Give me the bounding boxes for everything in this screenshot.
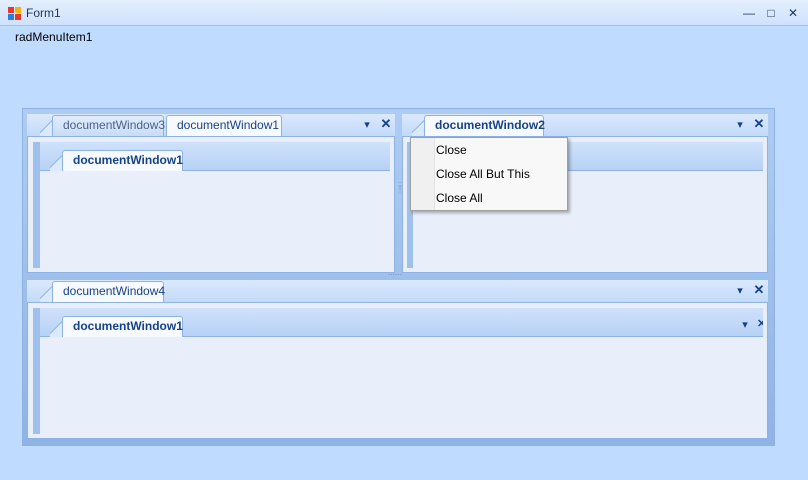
- dropdown-icon[interactable]: ▾: [734, 285, 746, 297]
- inner-tab-documentwindow1[interactable]: documentWindow1: [62, 316, 183, 338]
- tab-documentwindow3[interactable]: documentWindow3: [52, 115, 165, 136]
- dropdown-icon[interactable]: ▾: [361, 119, 373, 131]
- close-icon[interactable]: ✕: [757, 318, 763, 330]
- app-icon: [8, 7, 21, 20]
- menu-item-close-all-but-this[interactable]: Close All But This: [436, 162, 567, 186]
- tab-documentwindow4[interactable]: documentWindow4: [52, 281, 165, 303]
- minimize-button[interactable]: —: [738, 3, 760, 23]
- vertical-splitter-grip[interactable]: ⋮ ⋮: [396, 182, 404, 194]
- horizontal-splitter-grip[interactable]: ⋯⋯: [388, 272, 408, 279]
- tab-documentwindow2[interactable]: documentWindow2: [424, 115, 545, 137]
- window-title: Form1: [26, 6, 61, 20]
- menu-item-close[interactable]: Close: [436, 138, 567, 162]
- maximize-button[interactable]: □: [760, 3, 782, 23]
- inner-tab-documentwindow1[interactable]: documentWindow1: [62, 150, 183, 172]
- menu-item-close-all[interactable]: Close All: [436, 186, 567, 210]
- close-icon[interactable]: ✕: [753, 283, 765, 296]
- document-area: [40, 337, 763, 434]
- tab-documentwindow1[interactable]: documentWindow1: [166, 115, 282, 137]
- close-window-button[interactable]: ✕: [782, 3, 804, 23]
- title-bar[interactable]: Form1 — □ ✕: [0, 0, 808, 26]
- dropdown-icon[interactable]: ▾: [734, 119, 746, 131]
- menu-item-label: Close All: [436, 191, 483, 205]
- pane-gutter: [33, 308, 40, 434]
- pane-gutter: [33, 142, 40, 268]
- tab-context-menu: Close Close All But This Close All: [410, 137, 568, 211]
- menu-item-label: Close: [436, 143, 467, 157]
- menu-item-label: Close All But This: [436, 167, 530, 181]
- dropdown-icon[interactable]: ▾: [739, 319, 751, 331]
- menu-item-radmenuitem1[interactable]: radMenuItem1: [15, 30, 92, 44]
- close-icon[interactable]: ✕: [380, 117, 392, 130]
- document-area: [40, 171, 390, 268]
- close-icon[interactable]: ✕: [753, 117, 765, 130]
- menu-icon-gutter: [411, 138, 435, 210]
